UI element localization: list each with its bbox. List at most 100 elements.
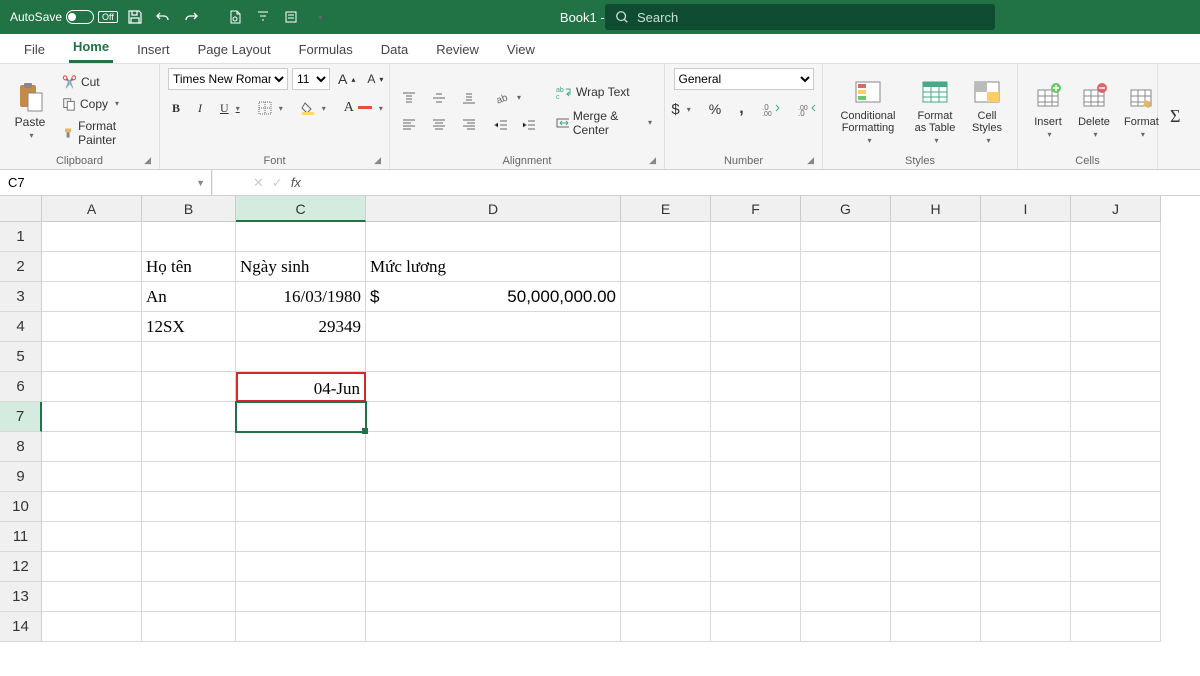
cell-G11[interactable] [801,522,891,552]
cell-C14[interactable] [236,612,366,642]
cell-styles-button[interactable]: Cell Styles [965,74,1009,147]
cell-B7[interactable] [142,402,236,432]
align-middle-icon[interactable] [428,89,450,107]
cell-H8[interactable] [891,432,981,462]
cell-J10[interactable] [1071,492,1161,522]
cell-G12[interactable] [801,552,891,582]
cell-D6[interactable] [366,372,621,402]
cell-J1[interactable] [1071,222,1161,252]
bold-button[interactable]: B [168,99,184,118]
cell-F5[interactable] [711,342,801,372]
font-name-select[interactable]: Times New Roman [168,68,288,90]
row-header-12[interactable]: 12 [0,552,42,582]
cell-C8[interactable] [236,432,366,462]
row-header-8[interactable]: 8 [0,432,42,462]
cell-C2[interactable]: Ngày sinh [236,252,366,282]
cell-F10[interactable] [711,492,801,522]
col-header-A[interactable]: A [42,196,142,222]
font-size-select[interactable]: 11 [292,68,330,90]
cell-H11[interactable] [891,522,981,552]
cell-D13[interactable] [366,582,621,612]
cell-I3[interactable] [981,282,1071,312]
conditional-formatting-button[interactable]: Conditional Formatting [831,74,905,147]
align-left-icon[interactable] [398,115,420,133]
cell-F13[interactable] [711,582,801,612]
cell-A4[interactable] [42,312,142,342]
row-header-7[interactable]: 7 [0,402,42,432]
cell-B10[interactable] [142,492,236,522]
cell-F11[interactable] [711,522,801,552]
wrap-text-button[interactable]: abcWrap Text [552,83,656,101]
cell-F14[interactable] [711,612,801,642]
increase-indent-icon[interactable] [518,116,540,134]
cell-E5[interactable] [621,342,711,372]
merge-center-button[interactable]: Merge & Center [552,107,656,139]
cell-A5[interactable] [42,342,142,372]
cell-H13[interactable] [891,582,981,612]
cell-E13[interactable] [621,582,711,612]
qat-filter-icon[interactable] [252,6,274,28]
cell-I5[interactable] [981,342,1071,372]
cell-F4[interactable] [711,312,801,342]
cell-I11[interactable] [981,522,1071,552]
font-color-button[interactable]: A [340,98,387,118]
row-header-3[interactable]: 3 [0,282,42,312]
select-all-corner[interactable] [0,196,42,222]
cut-button[interactable]: ✂️Cut [58,73,151,91]
accounting-format-button[interactable]: $ [667,99,694,120]
cell-B12[interactable] [142,552,236,582]
row-header-14[interactable]: 14 [0,612,42,642]
cell-J4[interactable] [1071,312,1161,342]
decrease-indent-icon[interactable] [490,116,512,134]
cell-I12[interactable] [981,552,1071,582]
col-header-E[interactable]: E [621,196,711,222]
cell-H4[interactable] [891,312,981,342]
cell-G4[interactable] [801,312,891,342]
cell-G10[interactable] [801,492,891,522]
cell-G8[interactable] [801,432,891,462]
col-header-H[interactable]: H [891,196,981,222]
tab-review[interactable]: Review [432,36,483,63]
align-center-icon[interactable] [428,115,450,133]
cell-J5[interactable] [1071,342,1161,372]
cell-G1[interactable] [801,222,891,252]
cell-E3[interactable] [621,282,711,312]
name-box-input[interactable] [0,175,196,190]
cell-A6[interactable] [42,372,142,402]
cell-H6[interactable] [891,372,981,402]
redo-icon[interactable] [180,6,202,28]
tab-data[interactable]: Data [377,36,412,63]
cell-A1[interactable] [42,222,142,252]
tab-page-layout[interactable]: Page Layout [194,36,275,63]
enter-formula-icon[interactable]: ✓ [272,175,283,191]
cell-H12[interactable] [891,552,981,582]
increase-decimal-icon[interactable]: .0.00 [758,100,784,118]
underline-button[interactable]: U [216,99,244,118]
clipboard-launcher-icon[interactable]: ◢ [144,155,151,166]
cell-F3[interactable] [711,282,801,312]
cell-B4[interactable]: 12SX [142,312,236,342]
cell-J2[interactable] [1071,252,1161,282]
cell-J9[interactable] [1071,462,1161,492]
col-header-B[interactable]: B [142,196,236,222]
cell-J11[interactable] [1071,522,1161,552]
cell-G14[interactable] [801,612,891,642]
tab-insert[interactable]: Insert [133,36,174,63]
cell-J7[interactable] [1071,402,1161,432]
cell-A14[interactable] [42,612,142,642]
cell-C5[interactable] [236,342,366,372]
cell-B3[interactable]: An [142,282,236,312]
cell-B14[interactable] [142,612,236,642]
cell-G13[interactable] [801,582,891,612]
cell-D8[interactable] [366,432,621,462]
qat-customize-icon[interactable] [308,6,330,28]
decrease-decimal-icon[interactable]: .00.0 [794,100,820,118]
cell-H10[interactable] [891,492,981,522]
cell-D4[interactable] [366,312,621,342]
italic-button[interactable]: I [194,99,206,118]
format-painter-button[interactable]: Format Painter [58,117,151,149]
cell-E6[interactable] [621,372,711,402]
cell-B11[interactable] [142,522,236,552]
cell-J12[interactable] [1071,552,1161,582]
autosum-icon[interactable]: Σ [1166,104,1184,129]
